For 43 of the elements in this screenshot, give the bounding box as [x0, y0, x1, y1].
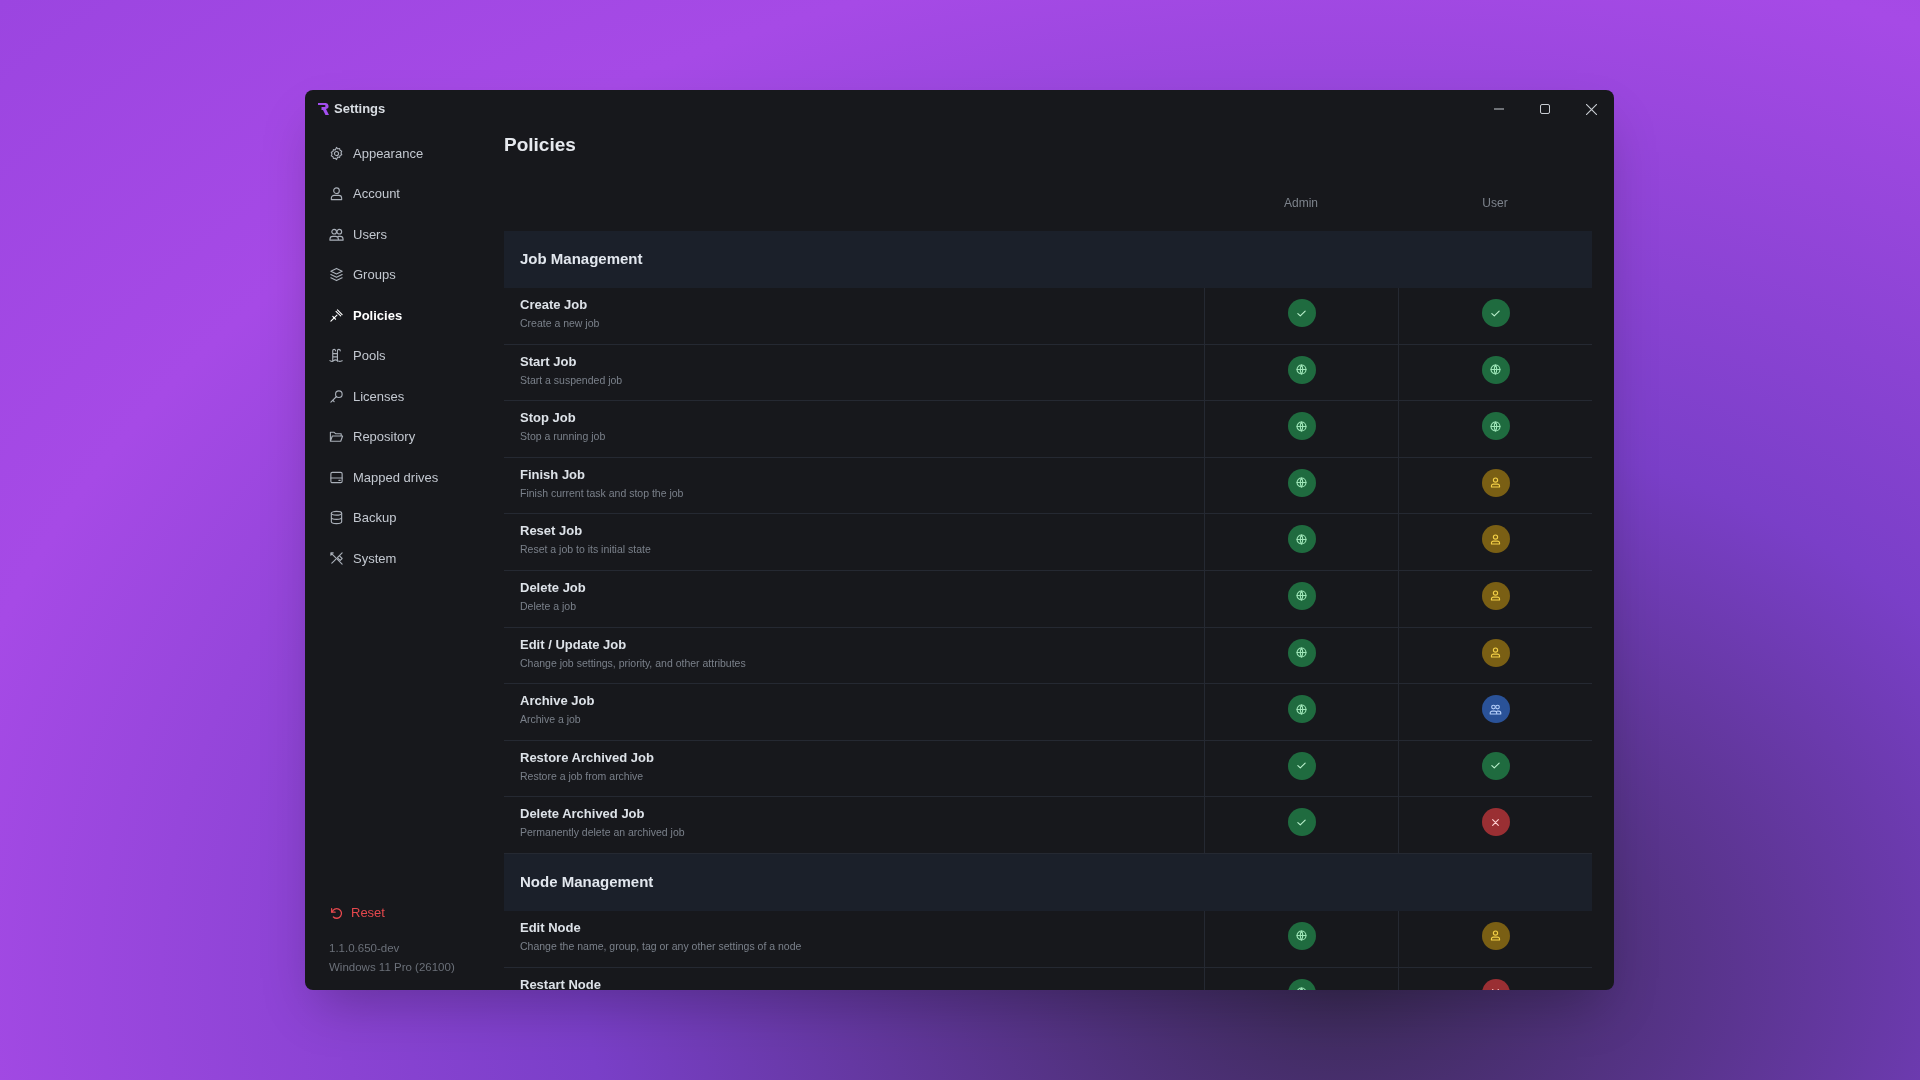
- sidebar-item[interactable]: Backup: [329, 497, 500, 538]
- policy-name: Stop Job: [520, 410, 577, 427]
- policy-description: Stop a running job: [520, 429, 607, 444]
- policy-description: Delete a job: [520, 598, 578, 613]
- policy-name: Restart Node: [520, 976, 602, 990]
- policy-description: Archive a job: [520, 712, 582, 727]
- os-text: Windows 11 Pro (26100): [329, 959, 456, 975]
- policy-name: Delete Archived Job: [520, 806, 646, 823]
- reset-button[interactable]: Reset: [329, 900, 500, 925]
- policy-description: Restore a job from archive: [520, 768, 645, 783]
- column-header: User: [1482, 194, 1508, 212]
- policy-description: Create a new job: [520, 316, 601, 330]
- policy-description: Start a suspended job: [520, 372, 624, 387]
- sidebar-item[interactable]: Account: [329, 173, 500, 214]
- policy-name: Start Job: [520, 353, 578, 370]
- sidebar-item[interactable]: Mapped drives: [329, 457, 500, 498]
- policy-name: Create Job: [520, 297, 589, 313]
- sidebar-item[interactable]: Groups: [329, 254, 500, 295]
- column-header: Admin: [1284, 194, 1318, 212]
- section-title: Node Management: [520, 872, 654, 893]
- sidebar-item[interactable]: System: [329, 538, 500, 579]
- sidebar-item[interactable]: Repository: [329, 416, 500, 457]
- sidebar-item[interactable]: Users: [329, 214, 500, 255]
- sidebar-item[interactable]: Appearance: [329, 133, 500, 174]
- sidebar-item[interactable]: Licenses: [329, 376, 500, 417]
- policy-name: Delete Job: [520, 579, 587, 596]
- policy-name: Reset Job: [520, 523, 584, 540]
- policy-name: Edit / Update Job: [520, 636, 628, 653]
- policy-description: Change job settings, priority, and other attributes: [520, 655, 747, 670]
- window-title: Settings: [334, 100, 386, 119]
- policy-name: Archive Job: [520, 693, 596, 710]
- policy-name: Edit Node: [520, 919, 582, 936]
- section-title: Job Management: [520, 249, 643, 270]
- policy-name: Restore Archived Job: [520, 749, 655, 766]
- policy-description: Permanently delete an archived job: [520, 825, 686, 840]
- policy-description: Reset a job to its initial state: [520, 542, 652, 557]
- sidebar-item[interactable]: Policies: [329, 295, 500, 336]
- version-text: 1.1.0.650-dev: [329, 940, 401, 956]
- policy-name: Finish Job: [520, 466, 586, 483]
- sidebar-item[interactable]: Pools: [329, 335, 500, 376]
- policy-description: Finish current task and stop the job: [520, 485, 685, 500]
- policy-description: Change the name, group, tag or any other settings of a node: [520, 938, 803, 953]
- page-title: Policies: [504, 133, 577, 157]
